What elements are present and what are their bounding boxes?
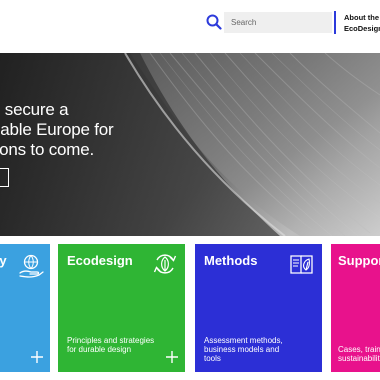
about-link[interactable]: About the g EcoDesign C	[344, 12, 380, 34]
card-title: ty	[0, 253, 7, 268]
card-title: Methods	[204, 253, 258, 268]
hero-cta-button[interactable]	[0, 168, 9, 187]
card-support[interactable]: Suppor Cases, traini sustainabilit	[331, 244, 380, 372]
card-sustainability[interactable]: ty	[0, 244, 50, 372]
card-description: Cases, traini sustainabilit	[338, 345, 380, 363]
recycle-leaf-icon	[153, 254, 177, 274]
hero-heading: o secure a nable Europe for tions to com…	[0, 100, 191, 160]
card-description: Principles and strategies for durable de…	[67, 336, 155, 354]
card-title: Suppor	[338, 253, 380, 268]
card-ecodesign[interactable]: Ecodesign Principles and strategies for …	[58, 244, 185, 372]
book-leaf-icon	[290, 255, 313, 274]
card-methods[interactable]: Methods Assessment methods, business mod…	[195, 244, 322, 372]
about-link-line2: EcoDesign C	[344, 24, 380, 33]
hero-banner: o secure a nable Europe for tions to com…	[0, 53, 380, 236]
hero-heading-line1: o secure a	[0, 100, 69, 119]
header-divider	[334, 11, 336, 34]
plus-icon[interactable]	[31, 351, 43, 363]
hero-heading-line2: nable Europe for	[0, 120, 114, 139]
globe-hand-icon	[19, 254, 44, 278]
search-icon[interactable]	[206, 14, 222, 30]
search-input[interactable]	[224, 12, 332, 33]
card-title: Ecodesign	[67, 253, 133, 268]
hero-heading-line3: tions to come.	[0, 140, 95, 159]
card-description: Assessment methods, business models and …	[204, 336, 283, 363]
site-header: About the g EcoDesign C	[0, 0, 380, 53]
plus-icon[interactable]	[166, 351, 178, 363]
about-link-line1: About the g	[344, 13, 380, 22]
